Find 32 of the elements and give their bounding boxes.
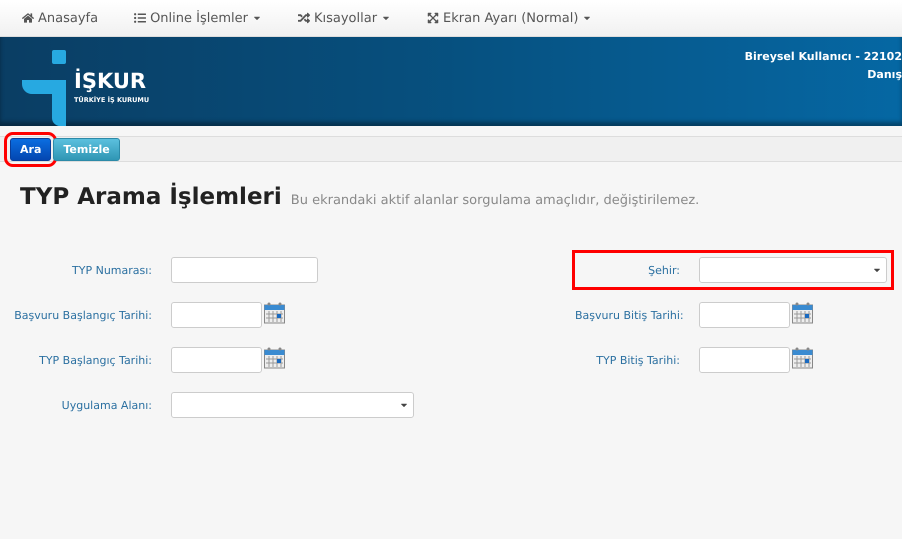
date-field[interactable] — [699, 302, 790, 328]
select-field[interactable] — [171, 392, 414, 418]
field-label: TYP Bitiş Tarihi: — [595, 354, 680, 366]
date-field[interactable] — [171, 347, 262, 373]
calendar-icon[interactable] — [264, 347, 285, 369]
field-label: Uygulama Alanı: — [60, 398, 152, 412]
calendar-icon[interactable] — [264, 302, 285, 324]
nav-menu-item[interactable]: Online İşlemler — [134, 10, 262, 26]
user-role: Danış — [867, 68, 902, 81]
nav-menu-item[interactable]: Ekran Ayarı (Normal) — [427, 10, 592, 26]
nav-menu-item[interactable]: Anasayfa — [22, 10, 98, 26]
page-subtitle: Bu ekrandaki aktif alanlar sorgulama amaçlıdır, değiştirilemez. — [290, 193, 700, 208]
home-icon — [22, 12, 34, 24]
date-field[interactable] — [171, 302, 262, 328]
logo-icon — [22, 50, 68, 126]
page-title: TYP Arama İşlemleri — [20, 184, 282, 210]
shuffle-icon — [298, 12, 310, 24]
logo-wordmark: İŞKUR — [74, 71, 148, 92]
list-icon — [134, 12, 146, 24]
calendar-icon[interactable] — [792, 302, 813, 324]
field-label: Şehir: — [647, 264, 680, 276]
field-label: TYP Başlangıç Tarihi: — [38, 354, 152, 366]
select-field[interactable] — [699, 257, 887, 283]
nav-menu-item[interactable]: Kısayollar — [298, 10, 392, 26]
field-label: Başvuru Bitiş Tarihi: — [575, 308, 680, 322]
field-label: Başvuru Başlangıç Tarihi: — [13, 308, 152, 322]
date-field[interactable] — [699, 347, 790, 373]
expand-icon — [427, 12, 440, 24]
text-field[interactable] — [171, 257, 318, 283]
field-label: TYP Numarası: — [71, 264, 152, 276]
calendar-icon[interactable] — [792, 347, 813, 369]
user-info: Bireysel Kullanıcı - 22102 — [744, 50, 902, 63]
